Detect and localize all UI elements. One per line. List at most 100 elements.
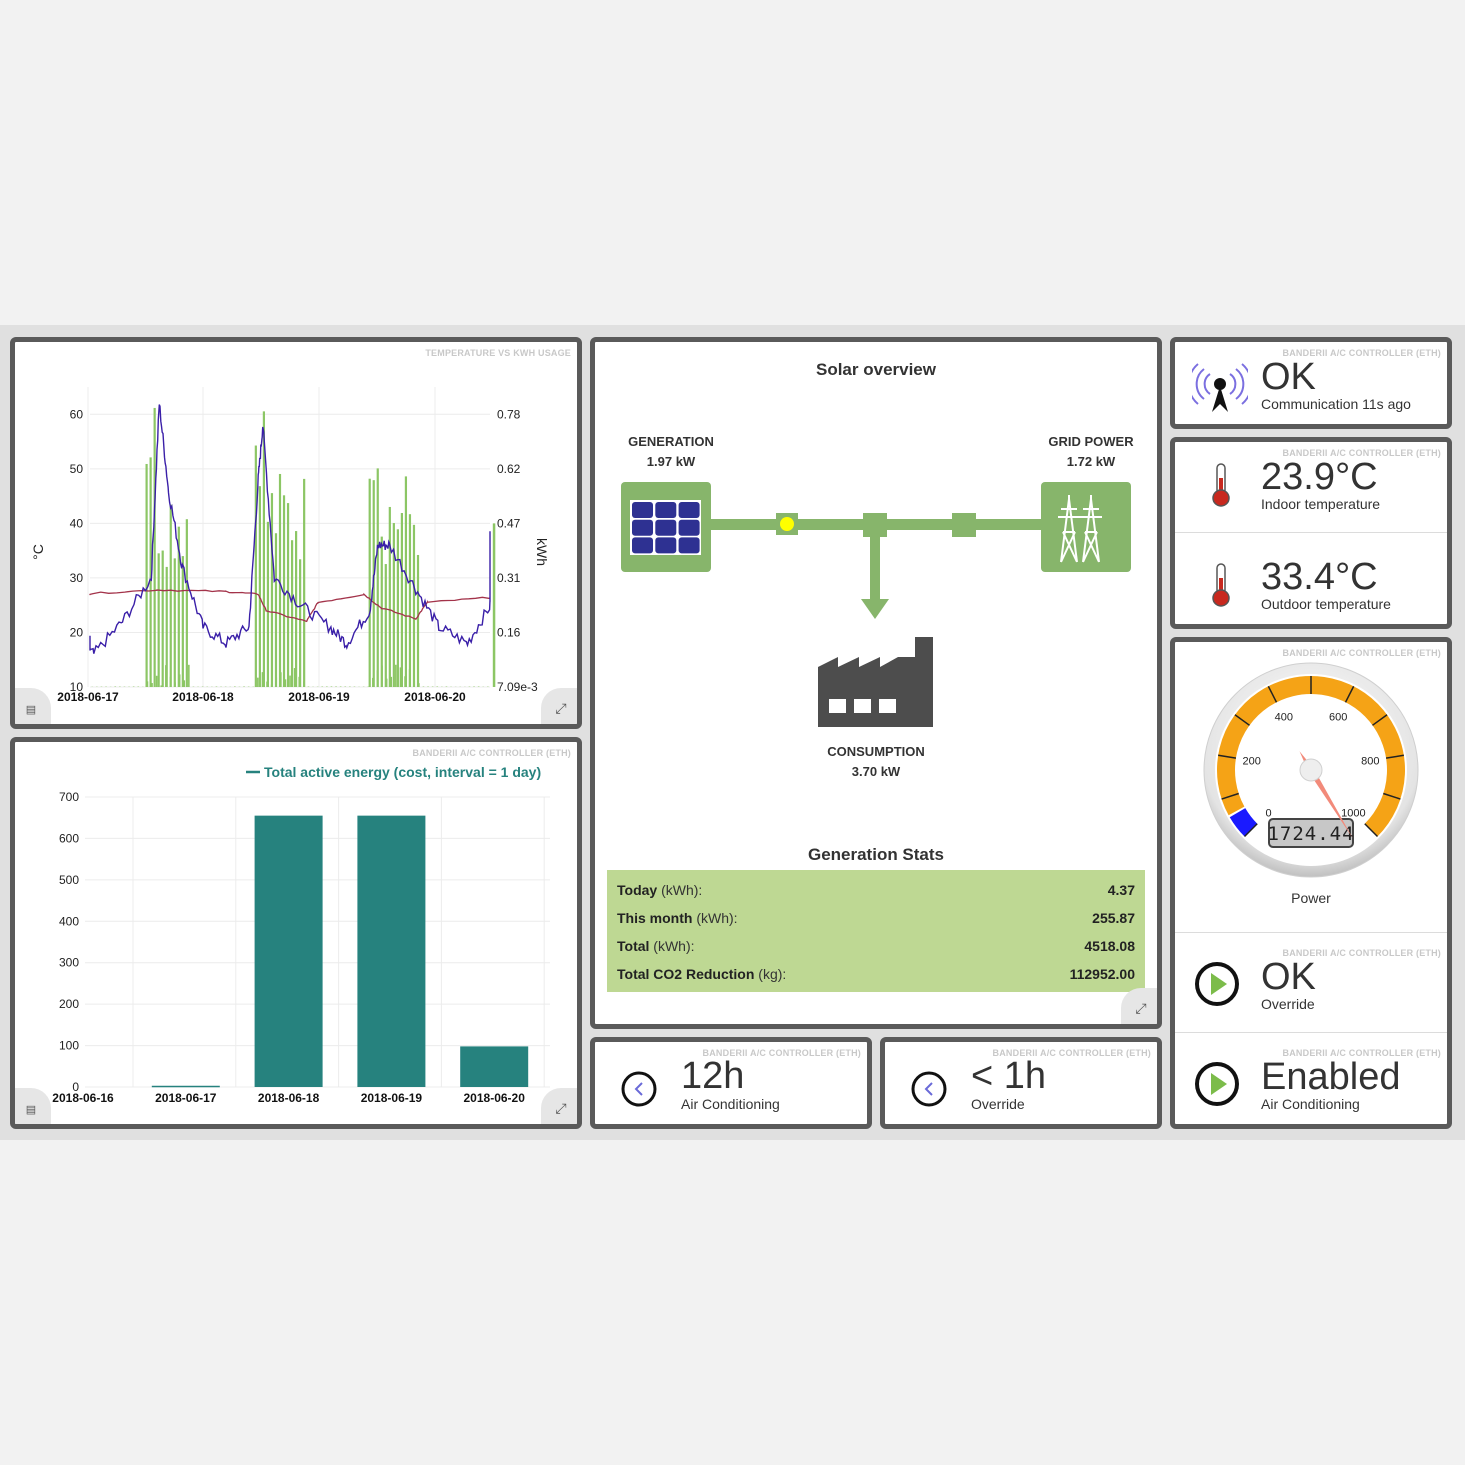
x-tick-label: 2018-06-17 xyxy=(155,1091,217,1105)
generation-label: GENERATION xyxy=(628,434,714,449)
panel-tag: BANDERII A/C CONTROLLER (ETH) xyxy=(1282,648,1441,658)
stat-row-this-month: This month (kWh): 255.87 xyxy=(617,910,1135,926)
timer-value: < 1h xyxy=(971,1055,1047,1097)
timer-override-panel[interactable]: BANDERII A/C CONTROLLER (ETH) < 1h Overr… xyxy=(880,1037,1162,1129)
kwh-bar xyxy=(145,463,148,687)
energy-cost-panel: BANDERII A/C CONTROLLER (ETH) Total acti… xyxy=(10,737,582,1129)
gauge-tick-label: 400 xyxy=(1275,712,1293,724)
energy-bar[interactable] xyxy=(151,1085,220,1088)
kwh-bar xyxy=(173,558,176,687)
solar-cell xyxy=(632,502,653,518)
chart-type-icon[interactable]: ▤ xyxy=(15,1088,51,1124)
x-tick-label: 2018-06-18 xyxy=(172,690,234,704)
expand-icon[interactable]: ⤢ xyxy=(541,688,577,724)
ac-status-label: Air Conditioning xyxy=(1261,1096,1360,1112)
stat-row-total: Total (kWh): 4518.08 xyxy=(617,938,1135,954)
y-tick-label: 500 xyxy=(59,873,79,887)
x-tick-label: 2018-06-19 xyxy=(288,690,350,704)
stat-row-co2: Total CO2 Reduction (kg): 112952.00 xyxy=(617,966,1135,982)
clock-back-icon xyxy=(911,1071,947,1107)
stat-row-today: Today (kWh): 4.37 xyxy=(617,882,1135,898)
solar-cell xyxy=(655,537,677,554)
y-axis-right-label: kWh xyxy=(534,538,550,566)
y-tick-label: 400 xyxy=(59,914,79,928)
timer-ac-panel[interactable]: BANDERII A/C CONTROLLER (ETH) 12h Air Co… xyxy=(590,1037,872,1129)
temperatures-panel: BANDERII A/C CONTROLLER (ETH) 23.9°C Ind… xyxy=(1170,437,1452,629)
kwh-bar xyxy=(396,529,399,687)
kwh-bar xyxy=(395,664,397,687)
kwh-bar xyxy=(181,556,184,687)
stat-value: 255.87 xyxy=(1092,910,1135,926)
y-tick-label: 200 xyxy=(59,997,79,1011)
gauge-display-value: 1724.44 xyxy=(1267,823,1354,845)
thermometer-icon xyxy=(1212,563,1230,607)
override-status-value: OK xyxy=(1261,956,1316,998)
kwh-bar xyxy=(303,478,306,687)
kwh-bar xyxy=(234,686,236,687)
y-tick-label: 700 xyxy=(59,790,79,804)
communication-label: Communication 11s ago xyxy=(1261,396,1411,412)
solar-cell xyxy=(632,537,653,554)
y-tick-label: 100 xyxy=(59,1039,79,1053)
kwh-bar xyxy=(404,476,408,687)
gauge-low-arc xyxy=(1229,807,1258,837)
flow-indicator-dot xyxy=(780,517,794,531)
legend-label[interactable]: Total active energy (cost, interval = 1 … xyxy=(264,764,541,780)
x-tick-label: 2018-06-20 xyxy=(464,1091,526,1105)
kwh-bar xyxy=(412,524,416,687)
kwh-bar xyxy=(114,686,117,687)
kwh-bar xyxy=(257,677,259,687)
kwh-bar xyxy=(492,523,496,687)
power-gauge[interactable]: 0 200 400 600 800 1000 1724.44 xyxy=(1175,662,1447,892)
gauge-tick-label: 0 xyxy=(1266,807,1272,819)
kwh-bar xyxy=(330,686,333,687)
antenna-icon xyxy=(1192,363,1248,412)
energy-bar[interactable] xyxy=(460,1046,529,1087)
grid-power-label: GRID POWER xyxy=(1048,434,1134,449)
power-tower-icon xyxy=(1041,482,1131,572)
chart-type-icon[interactable]: ▤ xyxy=(15,688,51,724)
temperature-kwh-chart[interactable]: °C kWh 605040302010 0.780.620.470.310.16… xyxy=(15,342,577,724)
y-right-tick-label: 0.62 xyxy=(497,462,521,476)
expand-icon[interactable]: ⤢ xyxy=(1121,988,1157,1024)
play-circle-icon[interactable] xyxy=(1193,1060,1241,1108)
gauge-tick-label: 600 xyxy=(1329,712,1347,724)
y-left-tick-label: 30 xyxy=(70,571,84,585)
communication-panel[interactable]: BANDERII A/C CONTROLLER (ETH) OK Communi… xyxy=(1170,337,1452,429)
solar-cell xyxy=(655,502,677,518)
kwh-bar xyxy=(270,493,274,687)
solar-cell xyxy=(678,519,700,536)
kwh-bar xyxy=(299,559,302,687)
gauge-tick-label: 200 xyxy=(1243,756,1261,768)
y-right-tick-label: 0.47 xyxy=(497,516,521,530)
stat-value: 4.37 xyxy=(1107,882,1135,898)
play-circle-icon[interactable] xyxy=(1193,960,1241,1008)
flow-node xyxy=(952,513,976,537)
generation-stats-title: Generation Stats xyxy=(807,845,945,864)
solar-cell xyxy=(678,537,700,554)
kwh-bar xyxy=(157,553,160,687)
y-axis-left-label: °C xyxy=(30,544,46,560)
energy-flow-diagram xyxy=(621,482,1131,727)
energy-cost-chart[interactable]: Total active energy (cost, interval = 1 … xyxy=(15,742,577,1124)
kwh-bar xyxy=(295,531,298,687)
divider xyxy=(1175,1032,1447,1033)
kwh-bar xyxy=(290,540,294,687)
y-right-tick-label: 0.31 xyxy=(497,571,521,585)
indoor-temperature-value: 23.9°C xyxy=(1261,456,1378,498)
expand-icon[interactable]: ⤢ xyxy=(541,1088,577,1124)
x-tick-label: 2018-06-18 xyxy=(258,1091,320,1105)
kwh-bar xyxy=(161,550,164,687)
flow-line xyxy=(870,532,880,602)
kwh-bar xyxy=(188,664,190,687)
communication-status: OK xyxy=(1261,356,1316,398)
energy-bar[interactable] xyxy=(357,815,426,1087)
indoor-temperature-label: Indoor temperature xyxy=(1261,496,1381,512)
kwh-bar xyxy=(384,564,387,687)
y-right-tick-label: 7.09e-3 xyxy=(497,680,538,694)
grid-power-value: 1.72 kW xyxy=(1066,454,1116,469)
gauge-tick-label: 800 xyxy=(1361,756,1379,768)
kwh-bar xyxy=(155,675,158,687)
energy-bar[interactable] xyxy=(254,815,323,1087)
kwh-bar xyxy=(392,523,395,687)
